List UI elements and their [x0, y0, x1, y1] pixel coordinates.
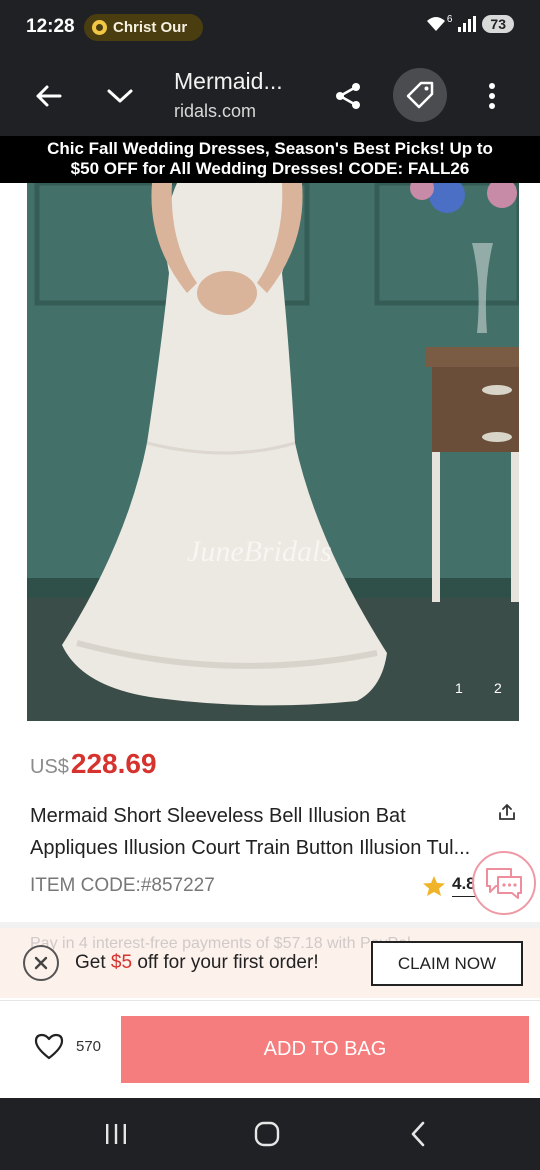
promo-line-2: $50 OFF for All Wedding Dresses! CODE: F…: [70, 159, 470, 178]
share-icon: [336, 83, 360, 109]
notification-pill[interactable]: Christ Our: [84, 14, 204, 41]
home-icon: [254, 1121, 280, 1147]
pay-later-text: Pay in 4 interest-free payments of $57.1…: [30, 935, 411, 952]
heart-icon: [34, 1033, 64, 1060]
coupon-bar: Pay in 4 interest-free payments of $57.1…: [0, 928, 540, 998]
status-time: 12:28: [26, 16, 75, 37]
chat-button[interactable]: [472, 851, 536, 915]
page-title[interactable]: Mermaid...: [174, 68, 283, 95]
wishlist-count: 570: [76, 1038, 102, 1055]
status-bar: 12:28 Christ Our 6 73: [0, 0, 540, 56]
image-watermark: JuneBridals: [187, 535, 332, 568]
status-icons: 6 73: [425, 13, 514, 33]
recent-apps-button[interactable]: [96, 1116, 136, 1152]
signal-icon: [458, 16, 477, 32]
product-title-line-2: Appliques Illusion Court Train Button Il…: [30, 837, 471, 859]
product-share-button[interactable]: [498, 803, 516, 826]
collapse-button[interactable]: [98, 74, 142, 118]
upload-share-icon: [499, 804, 515, 820]
rating[interactable]: 4.8: [422, 874, 476, 897]
price-tag-button[interactable]: [393, 68, 447, 122]
product-image[interactable]: JuneBridals 1 2: [27, 183, 519, 721]
more-vert-icon: [489, 83, 495, 109]
notification-text: Christ Our: [113, 19, 188, 36]
star-icon: [423, 875, 445, 896]
coupon-text-before: Get: [75, 952, 111, 973]
system-back-button[interactable]: [398, 1116, 438, 1152]
chevron-down-icon: [107, 89, 133, 103]
price-currency: US$: [30, 756, 69, 778]
arrow-left-icon: [36, 85, 62, 107]
overflow-menu-button[interactable]: [470, 74, 514, 118]
coupon-text-after: off for your first order!: [132, 952, 319, 973]
add-to-bag-button[interactable]: ADD TO BAG: [121, 1016, 529, 1083]
share-page-button[interactable]: [326, 74, 370, 118]
battery-indicator: 73: [482, 15, 514, 33]
media-icon: [92, 20, 107, 35]
close-icon: [34, 956, 48, 970]
image-index-1[interactable]: 1: [455, 680, 463, 696]
back-button[interactable]: [26, 74, 70, 118]
signal-label: 6: [446, 13, 453, 25]
chevron-left-icon: [411, 1121, 425, 1147]
coupon-close-button[interactable]: [23, 945, 59, 981]
claim-now-button[interactable]: CLAIM NOW: [371, 941, 523, 986]
coupon-amount: $5: [110, 952, 133, 973]
item-code: ITEM CODE:#857227: [30, 875, 215, 896]
tag-icon: [406, 81, 434, 109]
home-button[interactable]: [247, 1116, 287, 1152]
product-title-line-1: Mermaid Short Sleeveless Bell Illusion B…: [30, 805, 406, 827]
price-row: US$ 228.69: [30, 748, 157, 780]
app-root: 12:28 Christ Our 6 73 Mermaid... ridals.…: [0, 0, 540, 1170]
promo-line-1: Chic Fall Wedding Dresses, Season's Best…: [47, 139, 493, 158]
promo-banner[interactable]: Chic Fall Wedding Dresses, Season's Best…: [0, 136, 540, 183]
system-navigation-bar: [0, 1098, 540, 1170]
coupon-message: Get $5 off for your first order!: [75, 952, 319, 974]
wifi-icon: [426, 17, 445, 31]
action-bar: 570 ADD TO BAG: [0, 1000, 540, 1098]
page-url[interactable]: ridals.com: [174, 101, 256, 122]
product-title: Mermaid Short Sleeveless Bell Illusion B…: [30, 800, 496, 864]
recent-apps-icon: [106, 1124, 126, 1144]
browser-toolbar: Mermaid... ridals.com: [0, 56, 540, 136]
price-value: 228.69: [70, 748, 157, 779]
chat-icon: [486, 868, 522, 899]
wishlist-button[interactable]: 570: [34, 1033, 101, 1060]
dress-illustration: [27, 183, 519, 721]
image-index-2[interactable]: 2: [494, 680, 502, 696]
